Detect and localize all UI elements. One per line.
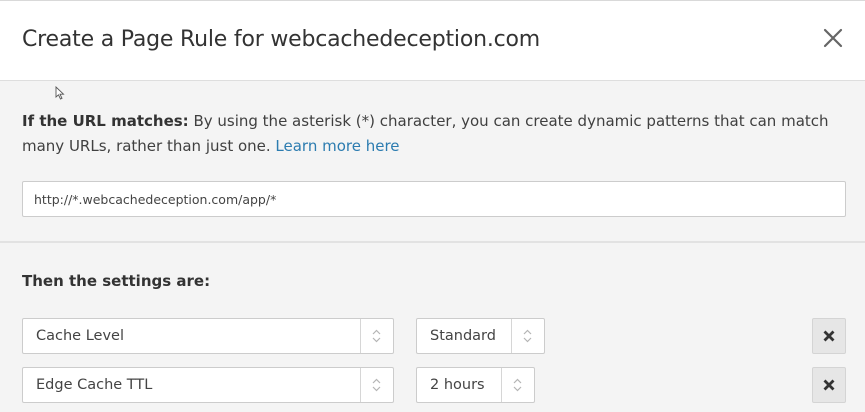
url-match-section [0, 81, 865, 243]
url-match-description: If the URL matches: By using the asteris… [22, 109, 832, 159]
value-select-text: Standard [430, 328, 496, 344]
setting-select-cache-level[interactable]: Cache Level [22, 318, 394, 354]
mouse-cursor-icon [55, 85, 65, 100]
url-match-label: If the URL matches: [22, 112, 189, 130]
setting-select-value: Cache Level [36, 328, 124, 344]
setting-select-value: Edge Cache TTL [36, 377, 153, 393]
value-select-2-hours[interactable]: 2 hours [416, 367, 535, 403]
remove-setting-button[interactable] [812, 318, 846, 354]
setting-select-edge-cache-ttl[interactable]: Edge Cache TTL [22, 367, 394, 403]
dialog-title: Create a Page Rule for webcachedeception… [22, 27, 541, 52]
remove-icon [823, 330, 835, 342]
learn-more-link[interactable]: Learn more here [275, 137, 399, 155]
dialog-header: Create a Page Rule for webcachedeception… [0, 1, 865, 81]
value-select-standard[interactable]: Standard [416, 318, 545, 354]
value-select-text: 2 hours [430, 377, 485, 393]
settings-heading: Then the settings are: [22, 272, 211, 290]
close-icon[interactable] [820, 25, 846, 51]
remove-setting-button[interactable] [812, 367, 846, 403]
select-arrows-icon [360, 319, 393, 353]
select-arrows-icon [360, 368, 393, 402]
select-arrows-icon [511, 319, 544, 353]
remove-icon [823, 379, 835, 391]
select-arrows-icon [501, 368, 534, 402]
url-pattern-input[interactable] [22, 181, 846, 217]
page-rule-dialog: Create a Page Rule for webcachedeception… [0, 0, 865, 412]
